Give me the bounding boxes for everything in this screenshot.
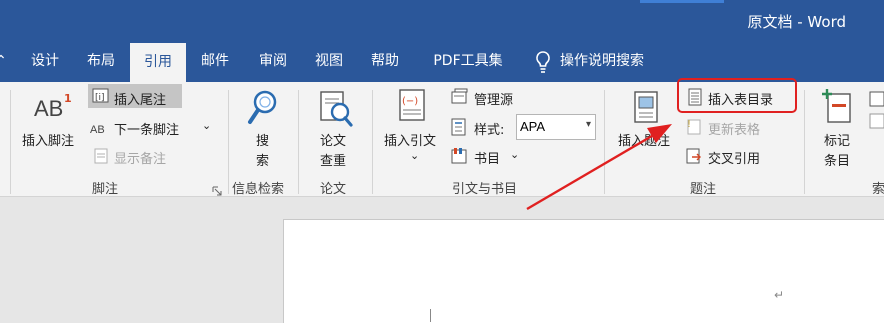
annotation-arrow — [526, 124, 672, 211]
